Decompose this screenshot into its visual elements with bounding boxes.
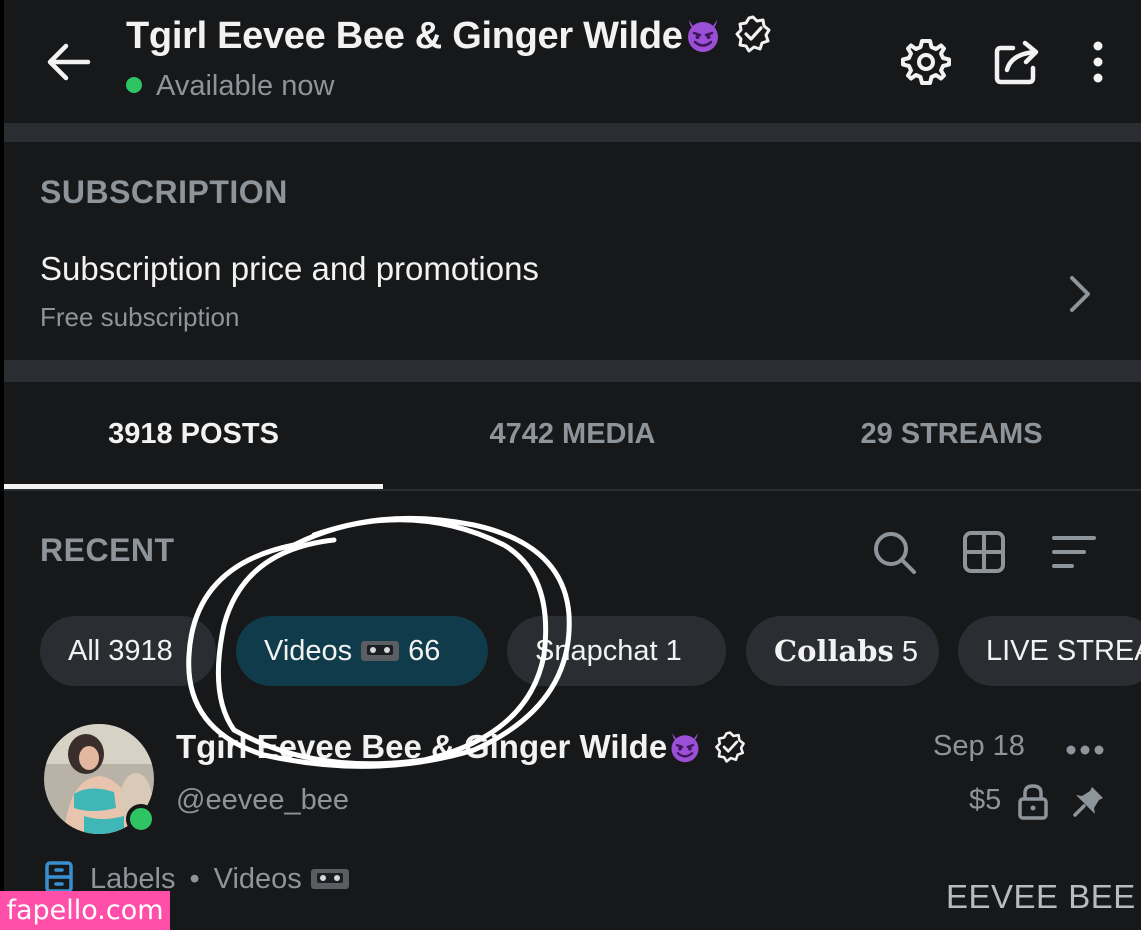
- profile-name: Tgirl Eevee Bee & Ginger Wilde: [126, 15, 683, 57]
- profile-tabs: 3918 POSTS 4742 MEDIA 29 STREAMS: [4, 382, 1141, 491]
- lock-icon: [1018, 784, 1048, 820]
- section-divider: [4, 123, 1141, 142]
- online-dot: [126, 77, 142, 93]
- chip-count: 5: [901, 636, 919, 668]
- post-price: $5: [969, 784, 1002, 816]
- subscription-heading: SUBSCRIPTION: [40, 174, 288, 210]
- sort-icon[interactable]: [1050, 528, 1098, 576]
- chevron-right-icon[interactable]: [1064, 272, 1094, 316]
- subscription-section[interactable]: SUBSCRIPTION Subscription price and prom…: [4, 142, 1141, 360]
- search-icon[interactable]: [870, 528, 918, 576]
- recent-heading: RECENT: [40, 532, 175, 568]
- online-indicator: [126, 804, 156, 834]
- subscription-price-label: Subscription price and promotions: [40, 250, 539, 287]
- labels-icon: [45, 861, 73, 893]
- section-divider: [4, 360, 1141, 382]
- videocassette-icon: [310, 869, 349, 889]
- back-arrow-icon[interactable]: [44, 40, 92, 84]
- filter-chip-snapchat[interactable]: Snapchat 1: [507, 616, 726, 686]
- filter-chip-videos[interactable]: Videos 66: [236, 616, 488, 686]
- filter-chip-all[interactable]: All 3918: [40, 616, 216, 686]
- tab-streams[interactable]: 29 STREAMS: [762, 418, 1141, 451]
- subscription-price-value: Free subscription: [40, 302, 240, 332]
- settings-gear-icon[interactable]: [900, 36, 952, 88]
- separator-dot: •: [189, 863, 200, 895]
- videocassette-icon: [361, 641, 400, 661]
- active-tab-indicator: [4, 484, 383, 489]
- filter-chip-live-streams[interactable]: LIVE STREA: [958, 616, 1141, 686]
- more-vertical-icon[interactable]: [1072, 36, 1124, 88]
- filter-chip-collabs[interactable]: Collabs 5: [746, 616, 939, 686]
- availability-status: Available now: [126, 70, 334, 103]
- tab-posts[interactable]: 3918 POSTS: [4, 418, 383, 451]
- tab-media[interactable]: 4742 MEDIA: [383, 418, 762, 451]
- site-watermark: fapello.com: [0, 891, 170, 930]
- post-date: Sep 18: [933, 730, 1025, 762]
- share-icon[interactable]: [991, 36, 1043, 88]
- creator-watermark: EEVEE BEE: [946, 878, 1136, 915]
- chip-label: Collabs: [774, 634, 894, 668]
- devil-emoji-icon: [687, 20, 718, 52]
- chip-label: Videos: [264, 635, 353, 667]
- verified-badge-icon: [735, 15, 771, 53]
- chip-count: 66: [408, 635, 441, 667]
- post-author-handle[interactable]: @eevee_bee: [176, 784, 349, 817]
- post-author-name[interactable]: Tgirl Eevee Bee & Ginger Wilde: [176, 728, 747, 766]
- label-videos[interactable]: Videos: [214, 863, 302, 895]
- grid-icon[interactable]: [960, 528, 1008, 576]
- pin-icon[interactable]: [1072, 784, 1106, 818]
- devil-emoji-icon: [671, 733, 699, 763]
- verified-badge-icon: [715, 731, 746, 763]
- profile-title: Tgirl Eevee Bee & Ginger Wilde: [126, 14, 773, 58]
- profile-header: Tgirl Eevee Bee & Ginger Wilde Available…: [4, 0, 1141, 123]
- profile-screen: Tgirl Eevee Bee & Ginger Wilde Available…: [4, 0, 1141, 930]
- more-horizontal-icon[interactable]: [1064, 738, 1106, 762]
- author-name-text: Tgirl Eevee Bee & Ginger Wilde: [176, 728, 668, 765]
- status-text: Available now: [156, 70, 335, 102]
